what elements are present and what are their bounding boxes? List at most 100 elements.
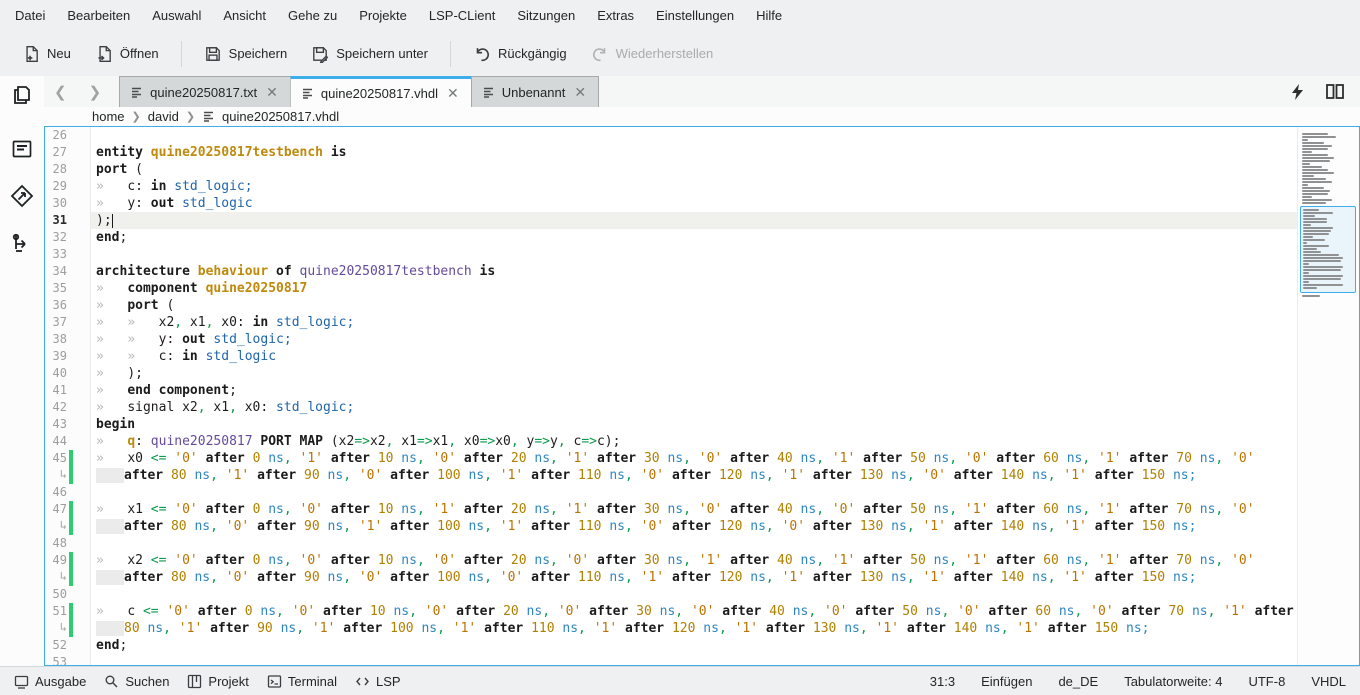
code-line[interactable]: 32end; [45,229,1297,246]
code-text: » » c: in std_logic [91,348,1297,365]
code-line[interactable]: 44» q: quine20250817 PORT MAP (x2=>x2, x… [45,433,1297,450]
symbols-tree-icon[interactable] [9,231,35,257]
minimap-line [1302,196,1312,198]
statusbar-cursor-pos[interactable]: 31:3 [904,674,955,689]
breadcrumb-item-home[interactable]: home [92,109,125,124]
code-line[interactable]: 48 [45,535,1297,552]
code-editor[interactable]: 2627entity quine20250817testbench is28po… [45,127,1297,665]
tab-close-icon[interactable]: ✕ [572,84,588,101]
statusbar-search-toggle[interactable]: Suchen [98,674,181,689]
tab-close-icon[interactable]: ✕ [264,84,280,101]
tab-quine20250817-txt[interactable]: quine20250817.txt✕ [119,76,291,107]
token-num: 110 [578,468,601,483]
token-txt [362,604,370,619]
code-line[interactable]: 38» » y: out std_logic; [45,331,1297,348]
code-line-wrap[interactable]: ↳80 ns, '1' after 90 ns, '1' after 100 n… [45,620,1297,637]
statusbar-encoding[interactable]: UTF-8 [1222,674,1285,689]
toolbar-button-label: Rückgängig [498,46,567,61]
code-line[interactable]: 45» x0 <= '0' after 0 ns, '1' after 10 n… [45,450,1297,467]
token-kw: after [206,451,245,466]
code-line[interactable]: 49» x2 <= '0' after 0 ns, '0' after 10 n… [45,552,1297,569]
code-line[interactable]: 50 [45,586,1297,603]
code-line[interactable]: 36» port ( [45,297,1297,314]
tab-quine20250817-vhdl[interactable]: quine20250817.vhdl✕ [290,76,472,107]
menu-item-bearbeiten[interactable]: Bearbeiten [56,0,141,31]
menu-item-hilfe[interactable]: Hilfe [745,0,793,31]
code-line-wrap[interactable]: ↳after 80 ns, '0' after 90 ns, '0' after… [45,569,1297,586]
menu-item-einstellungen[interactable]: Einstellungen [645,0,745,31]
code-line[interactable]: 47» x1 <= '0' after 0 ns, '0' after 10 n… [45,501,1297,518]
statusbar-syntax-mode[interactable]: VHDL [1285,674,1346,689]
statusbar-tab-width[interactable]: Tabulatorweite: 4 [1098,674,1222,689]
menu-item-auswahl[interactable]: Auswahl [141,0,212,31]
tab-prev-icon[interactable]: ❮ [54,83,67,101]
annotations-list-icon[interactable] [10,137,34,161]
redo-button[interactable]: Wiederherstellen [579,38,726,70]
token-kw: after [390,468,429,483]
code-line[interactable]: 26 [45,127,1297,144]
split-view-icon[interactable] [1326,84,1344,99]
menu-item-sitzungen[interactable]: Sitzungen [506,0,586,31]
menu-item-extras[interactable]: Extras [586,0,645,31]
breadcrumb-filename[interactable]: quine20250817.vhdl [222,109,339,124]
code-line[interactable]: 33 [45,246,1297,263]
new-button[interactable]: Neu [10,38,83,70]
breadcrumb-item-david[interactable]: david [148,109,179,124]
wrap-arrow-icon: ↳ [45,518,67,535]
statusbar-insert-mode[interactable]: Einfügen [955,674,1032,689]
gutter: ↳ [45,518,91,535]
code-line[interactable]: 46 [45,484,1297,501]
menu-item-datei[interactable]: Datei [4,0,56,31]
change-bar-empty [69,637,73,654]
code-line[interactable]: 52end; [45,637,1297,654]
code-line-wrap[interactable]: ↳after 80 ns, '0' after 90 ns, '1' after… [45,518,1297,535]
token-op: , [949,451,957,466]
statusbar-lsp-toggle[interactable]: LSP [349,674,413,689]
token-op: , [550,502,558,517]
code-line[interactable]: 31); [45,212,1297,229]
statusbar-terminal-toggle[interactable]: Terminal [261,674,349,689]
minimap-viewport[interactable] [1300,206,1356,293]
code-line[interactable]: 28port ( [45,161,1297,178]
quick-open-lightning-icon[interactable] [1291,84,1304,100]
token-op: , [683,502,691,517]
minimap-scrollbar[interactable] [1297,127,1359,665]
code-line[interactable]: 40» ); [45,365,1297,382]
code-line[interactable]: 51» c <= '0' after 0 ns, '0' after 10 ns… [45,603,1297,620]
token-txt [586,621,594,636]
code-line[interactable]: 30» y: out std_logic [45,195,1297,212]
menu-item-ansicht[interactable]: Ansicht [212,0,277,31]
code-line[interactable]: 43begin [45,416,1297,433]
code-line[interactable]: 27entity quine20250817testbench is [45,144,1297,161]
code-line[interactable]: 29» c: in std_logic; [45,178,1297,195]
tab-close-icon[interactable]: ✕ [445,85,461,102]
code-line[interactable]: 42» signal x2, x1, x0: std_logic; [45,399,1297,416]
code-line-wrap[interactable]: ↳after 80 ns, '1' after 90 ns, '0' after… [45,467,1297,484]
code-text: » ); [91,365,1297,382]
code-line[interactable]: 53 [45,654,1297,665]
token-chr: '0' [1090,604,1113,619]
git-diamond-icon[interactable] [9,183,35,209]
code-text: » c: in std_logic; [91,178,1297,195]
menu-item-lsp-client[interactable]: LSP-CLient [418,0,506,31]
menu-item-gehe-zu[interactable]: Gehe zu [277,0,348,31]
open-button[interactable]: Öffnen [83,38,171,70]
code-line[interactable]: 41» end component; [45,382,1297,399]
save-button[interactable]: Speichern [192,38,300,70]
statusbar-output-toggle[interactable]: Ausgabe [8,674,98,689]
code-line[interactable]: 35» component quine20250817 [45,280,1297,297]
tab-next-icon[interactable]: ❯ [89,83,102,101]
documents-icon[interactable] [10,83,34,107]
statusbar-project-toggle[interactable]: Projekt [181,674,260,689]
token-op: , [417,451,425,466]
statusbar-dictionary[interactable]: de_DE [1032,674,1098,689]
token-num: 110 [578,519,601,534]
code-line[interactable]: 39» » c: in std_logic [45,348,1297,365]
undo-button[interactable]: Rückgängig [461,38,579,70]
menu-item-projekte[interactable]: Projekte [348,0,418,31]
tab-unbenannt[interactable]: Unbenannt✕ [471,76,599,107]
saveas-button[interactable]: Speichern unter [299,38,440,70]
code-line[interactable]: 37» » x2, x1, x0: in std_logic; [45,314,1297,331]
statusbar-label: Projekt [208,674,248,689]
code-line[interactable]: 34architecture behaviour of quine2025081… [45,263,1297,280]
